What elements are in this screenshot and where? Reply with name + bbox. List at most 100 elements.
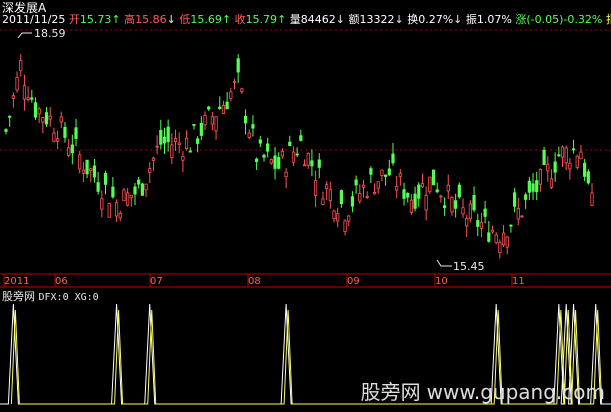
candle-body bbox=[446, 184, 450, 192]
candle-body bbox=[313, 180, 318, 196]
candle-body bbox=[509, 224, 513, 227]
amount-label: 额 bbox=[348, 13, 360, 26]
candle-body bbox=[181, 155, 185, 161]
candle-body bbox=[454, 200, 458, 209]
candle-body bbox=[166, 126, 170, 143]
candle-body bbox=[564, 147, 568, 164]
candle-body bbox=[579, 151, 583, 160]
candle-body bbox=[258, 139, 262, 144]
low-price-label: 15.45 bbox=[453, 260, 485, 273]
arrow-down-icon: ↓ bbox=[394, 13, 404, 26]
candle-body bbox=[33, 102, 38, 118]
time-label-08: 08 bbox=[248, 276, 261, 287]
candle-body bbox=[96, 182, 100, 192]
indicator-name: 股旁网 bbox=[2, 290, 35, 303]
candle-body bbox=[450, 197, 454, 213]
candle-body bbox=[420, 183, 425, 188]
candle-body bbox=[553, 161, 557, 173]
candle-body bbox=[188, 150, 192, 153]
candle-body bbox=[15, 76, 19, 91]
candle-body bbox=[442, 205, 447, 208]
candle-body bbox=[302, 164, 307, 167]
candle-body bbox=[126, 192, 130, 206]
low-marker-line bbox=[436, 259, 452, 267]
candle-body bbox=[354, 179, 358, 186]
candle-body bbox=[22, 85, 27, 100]
candle-series bbox=[4, 53, 594, 259]
candle-body bbox=[199, 122, 203, 136]
candle-body bbox=[339, 190, 343, 205]
high-value: 15.86 bbox=[135, 13, 167, 26]
low-value: 15.69 bbox=[190, 13, 222, 26]
candle-body bbox=[546, 163, 550, 172]
candle-body bbox=[538, 169, 543, 185]
candle-body bbox=[465, 218, 469, 227]
candle-body bbox=[328, 189, 332, 201]
candle-body bbox=[325, 184, 329, 189]
time-label-09: 09 bbox=[347, 276, 360, 287]
candle-body bbox=[483, 208, 487, 217]
candle-body bbox=[461, 207, 465, 215]
index-label[interactable]: 指数 bbox=[606, 13, 611, 26]
candle-body bbox=[513, 192, 517, 207]
candle-body bbox=[19, 60, 23, 72]
candle-body bbox=[358, 193, 362, 202]
open-label: 开 bbox=[68, 13, 80, 26]
time-label-06: 06 bbox=[55, 276, 68, 287]
candle-body bbox=[501, 232, 506, 246]
candle-body bbox=[159, 129, 163, 145]
candle-body bbox=[288, 141, 292, 146]
candle-body bbox=[81, 169, 85, 174]
candle-body bbox=[435, 189, 439, 193]
candle-body bbox=[103, 172, 108, 185]
candle-body bbox=[395, 186, 399, 191]
candle-body bbox=[568, 162, 572, 170]
candle-body bbox=[236, 58, 240, 73]
candle-body bbox=[232, 80, 237, 83]
candle-body bbox=[63, 126, 67, 138]
candle-body bbox=[487, 232, 491, 242]
high-label: 高 bbox=[124, 13, 136, 26]
candle-body bbox=[350, 196, 355, 207]
candle-body bbox=[583, 162, 587, 177]
amplitude-value: 1.07% bbox=[476, 13, 512, 26]
candle-body bbox=[107, 203, 111, 218]
time-label-10: 10 bbox=[435, 276, 448, 287]
candle-body bbox=[129, 194, 133, 199]
candle-body bbox=[59, 116, 63, 123]
candle-body bbox=[177, 142, 181, 146]
candle-body bbox=[229, 91, 233, 99]
info-date: 2011/11/25 bbox=[2, 13, 66, 26]
candle-body bbox=[148, 168, 152, 173]
candle-body bbox=[214, 116, 218, 132]
candle-body bbox=[196, 138, 200, 144]
candle-body bbox=[184, 137, 189, 149]
candle-body bbox=[295, 153, 299, 156]
close-value: 15.79 bbox=[245, 13, 278, 26]
candle-body bbox=[476, 219, 480, 227]
candle-body bbox=[332, 210, 336, 220]
indicator-params: DFX:0 XG:0 bbox=[38, 292, 99, 303]
candle-body bbox=[431, 169, 436, 186]
candle-body bbox=[122, 189, 126, 202]
candle-body bbox=[100, 198, 104, 210]
candle-body bbox=[210, 116, 214, 125]
candle-body bbox=[531, 183, 535, 192]
candle-body bbox=[221, 105, 226, 115]
candle-body bbox=[144, 183, 148, 191]
time-label-11: 11 bbox=[512, 276, 525, 287]
candle-body bbox=[52, 132, 56, 142]
candlestick-chart[interactable] bbox=[0, 0, 611, 292]
candle-body bbox=[218, 106, 222, 110]
candle-body bbox=[137, 179, 141, 185]
candle-body bbox=[380, 169, 384, 176]
candle-body bbox=[575, 155, 579, 168]
candle-body bbox=[280, 150, 285, 157]
candle-body bbox=[498, 242, 502, 254]
candle-body bbox=[192, 124, 196, 126]
candle-body bbox=[70, 144, 74, 154]
time-label-2011: 2011 bbox=[4, 276, 30, 287]
candle-body bbox=[457, 184, 461, 198]
watermark-cn: 股旁网 bbox=[360, 380, 421, 404]
candle-body bbox=[48, 115, 52, 120]
